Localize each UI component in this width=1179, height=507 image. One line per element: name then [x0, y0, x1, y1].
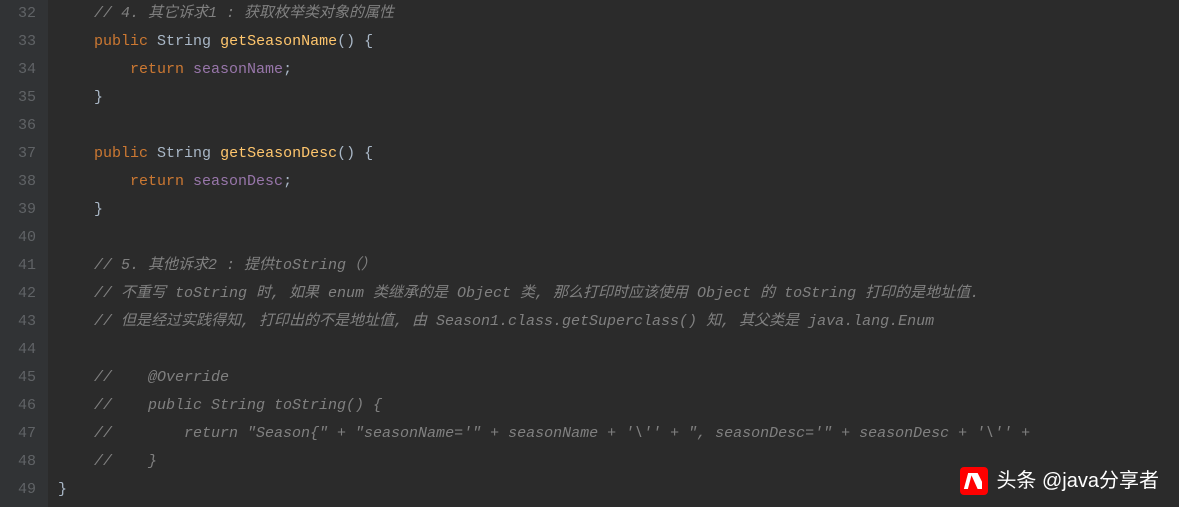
code-line: // return "Season{" + "seasonName='" + s… — [58, 420, 1179, 448]
toutiao-icon — [960, 467, 988, 495]
line-number: 38 — [8, 168, 36, 196]
line-number: 49 — [8, 476, 36, 504]
code-line: } — [58, 84, 1179, 112]
watermark: 头条 @java分享者 — [960, 467, 1159, 495]
line-number-gutter: 32 33 34 35 36 37 38 39 40 41 42 43 44 4… — [0, 0, 48, 507]
code-line: public String getSeasonDesc() { — [58, 140, 1179, 168]
code-line: // @Override — [58, 364, 1179, 392]
code-content[interactable]: // 4. 其它诉求1 : 获取枚举类对象的属性 public String g… — [48, 0, 1179, 507]
code-line: } — [58, 196, 1179, 224]
code-line: // 4. 其它诉求1 : 获取枚举类对象的属性 — [58, 0, 1179, 28]
code-line: return seasonDesc; — [58, 168, 1179, 196]
line-number: 36 — [8, 112, 36, 140]
code-line — [58, 112, 1179, 140]
line-number: 43 — [8, 308, 36, 336]
code-line: // public String toString() { — [58, 392, 1179, 420]
code-editor[interactable]: 32 33 34 35 36 37 38 39 40 41 42 43 44 4… — [0, 0, 1179, 507]
code-line: // 不重写 toString 时, 如果 enum 类继承的是 Object … — [58, 280, 1179, 308]
code-line: public String getSeasonName() { — [58, 28, 1179, 56]
line-number: 33 — [8, 28, 36, 56]
line-number: 40 — [8, 224, 36, 252]
code-line: return seasonName; — [58, 56, 1179, 84]
code-line — [58, 336, 1179, 364]
code-line — [58, 224, 1179, 252]
line-number: 46 — [8, 392, 36, 420]
code-line: // 5. 其他诉求2 : 提供toString（） — [58, 252, 1179, 280]
code-line: // 但是经过实践得知, 打印出的不是地址值, 由 Season1.class.… — [58, 308, 1179, 336]
line-number: 44 — [8, 336, 36, 364]
line-number: 42 — [8, 280, 36, 308]
line-number: 39 — [8, 196, 36, 224]
line-number: 35 — [8, 84, 36, 112]
watermark-text: 头条 @java分享者 — [996, 467, 1159, 495]
line-number: 34 — [8, 56, 36, 84]
line-number: 37 — [8, 140, 36, 168]
line-number: 32 — [8, 0, 36, 28]
line-number: 45 — [8, 364, 36, 392]
line-number: 47 — [8, 420, 36, 448]
line-number: 48 — [8, 448, 36, 476]
line-number: 41 — [8, 252, 36, 280]
